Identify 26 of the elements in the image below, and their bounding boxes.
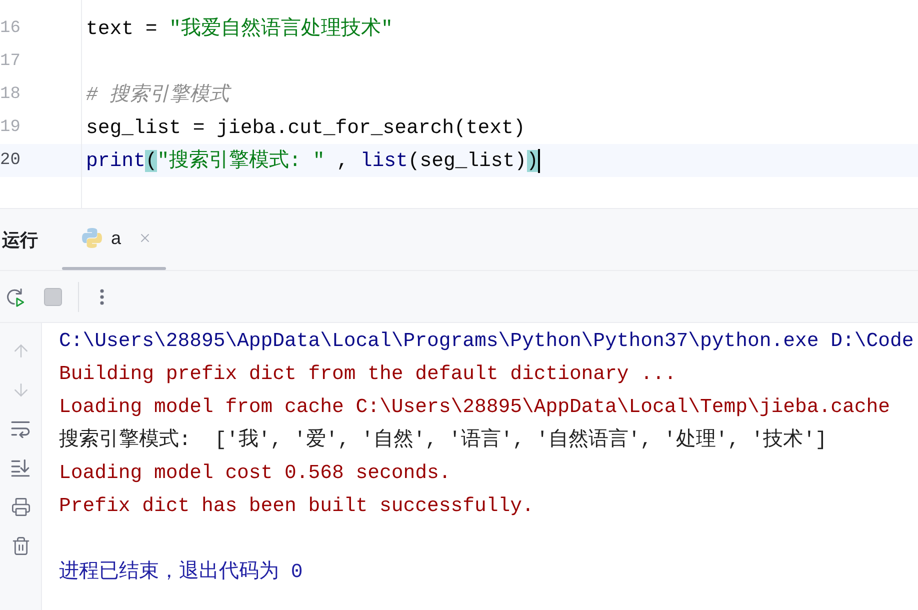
line-number: 19 xyxy=(0,119,20,136)
console-line: C:\Users\28895\AppData\Local\Programs\Python\Python37\python.exe D:\Code xyxy=(59,328,914,354)
panel-title: 运行 xyxy=(2,230,38,248)
line-number: 18 xyxy=(0,86,20,103)
code-line: # 搜索引擎模式 xyxy=(86,82,230,106)
lines-down-arrow-icon xyxy=(10,459,30,477)
line-number: 20 xyxy=(0,152,20,169)
wrap-lines-icon xyxy=(10,420,30,438)
circular-arrow-play-icon xyxy=(5,286,27,308)
console-line: Building prefix dict from the default dictionary ... xyxy=(59,362,676,387)
console-line: 进程已结束，退出代码为 0 xyxy=(59,560,303,585)
python-logo-icon xyxy=(82,228,102,248)
code-line: print("搜索引擎模式: " , list(seg_list)) xyxy=(86,148,538,172)
printer-icon xyxy=(10,497,30,517)
line-number: 16 xyxy=(0,20,20,37)
stop-icon xyxy=(44,288,62,306)
line-number: 17 xyxy=(0,53,20,70)
run-tab[interactable]: a xyxy=(62,209,166,270)
code-line: seg_list = jieba.cut_for_search(text) xyxy=(86,116,526,140)
console-line: Loading model cost 0.568 seconds. xyxy=(59,460,451,486)
code-line: text = "我爱自然语言处理技术" xyxy=(86,16,393,40)
console-line: Prefix dict has been built successfully. xyxy=(59,494,534,519)
console-line: Loading model from cache C:\Users\28895\AppData\Local\Temp\jieba.cache xyxy=(59,394,890,420)
more-icon xyxy=(100,288,104,304)
trash-icon xyxy=(10,536,30,556)
console-line: 搜索引擎模式: ['我', '爱', '自然', '语言', '自然语言', '处理', '技术'] xyxy=(59,427,827,453)
